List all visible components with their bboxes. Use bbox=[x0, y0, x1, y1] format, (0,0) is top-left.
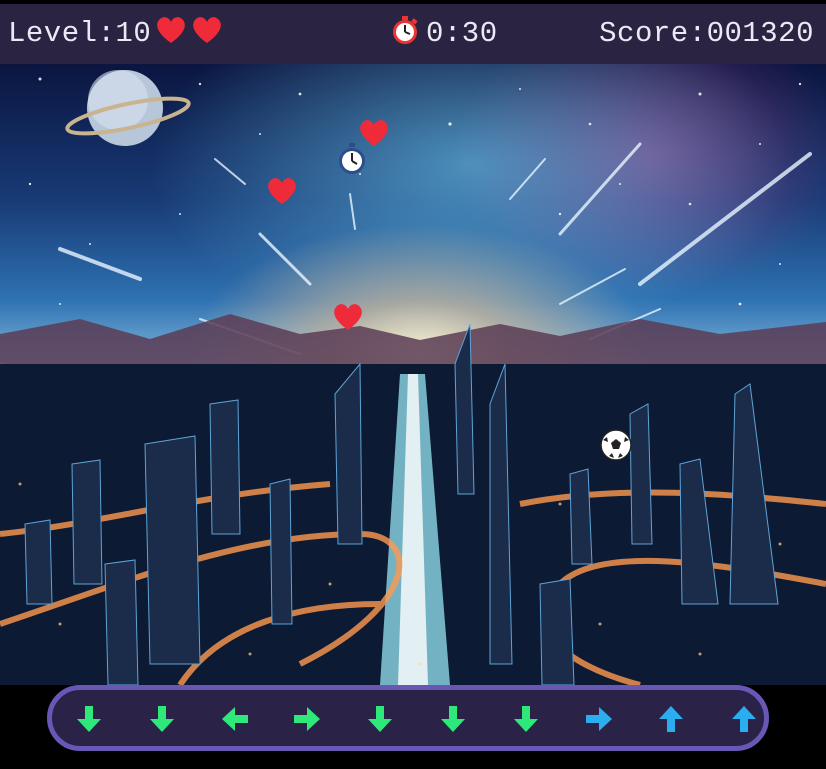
level-label: Level:10 bbox=[8, 17, 152, 50]
heart-icon bbox=[193, 17, 222, 44]
arrow-up-icon bbox=[659, 706, 684, 732]
falling-soccer-ball-icon bbox=[600, 429, 632, 461]
lives-display bbox=[151, 17, 223, 50]
heart-icon bbox=[157, 17, 186, 44]
arrow-right-icon bbox=[294, 707, 321, 731]
score-label: Score:001320 bbox=[599, 17, 814, 50]
falling-heart-icon bbox=[268, 178, 296, 204]
arrow-sequence-bar bbox=[47, 685, 769, 751]
score-display: Score:001320 bbox=[599, 14, 814, 54]
futuristic-city-background bbox=[0, 70, 826, 685]
arrow-down-icon bbox=[368, 706, 393, 732]
arrow-left-icon bbox=[221, 707, 248, 731]
arrow-down-icon bbox=[441, 706, 465, 732]
arrow-down-icon bbox=[77, 706, 101, 732]
timer-value: 0:30 bbox=[426, 17, 498, 50]
arrow-up-icon bbox=[732, 706, 757, 732]
game-scene bbox=[0, 64, 826, 685]
planet bbox=[65, 70, 191, 146]
arrow-down-icon bbox=[513, 706, 538, 732]
falling-stopwatch-icon bbox=[339, 143, 365, 174]
level-display: Level:10 bbox=[8, 14, 223, 54]
falling-heart-icon bbox=[334, 304, 362, 330]
arrow-right-icon bbox=[585, 707, 612, 731]
timer-display: 0:30 bbox=[390, 14, 498, 54]
arrow-down-icon bbox=[149, 706, 174, 732]
stopwatch-icon bbox=[393, 16, 418, 45]
hud-bar: Level:10 0:30 Score:001320 bbox=[0, 0, 826, 64]
